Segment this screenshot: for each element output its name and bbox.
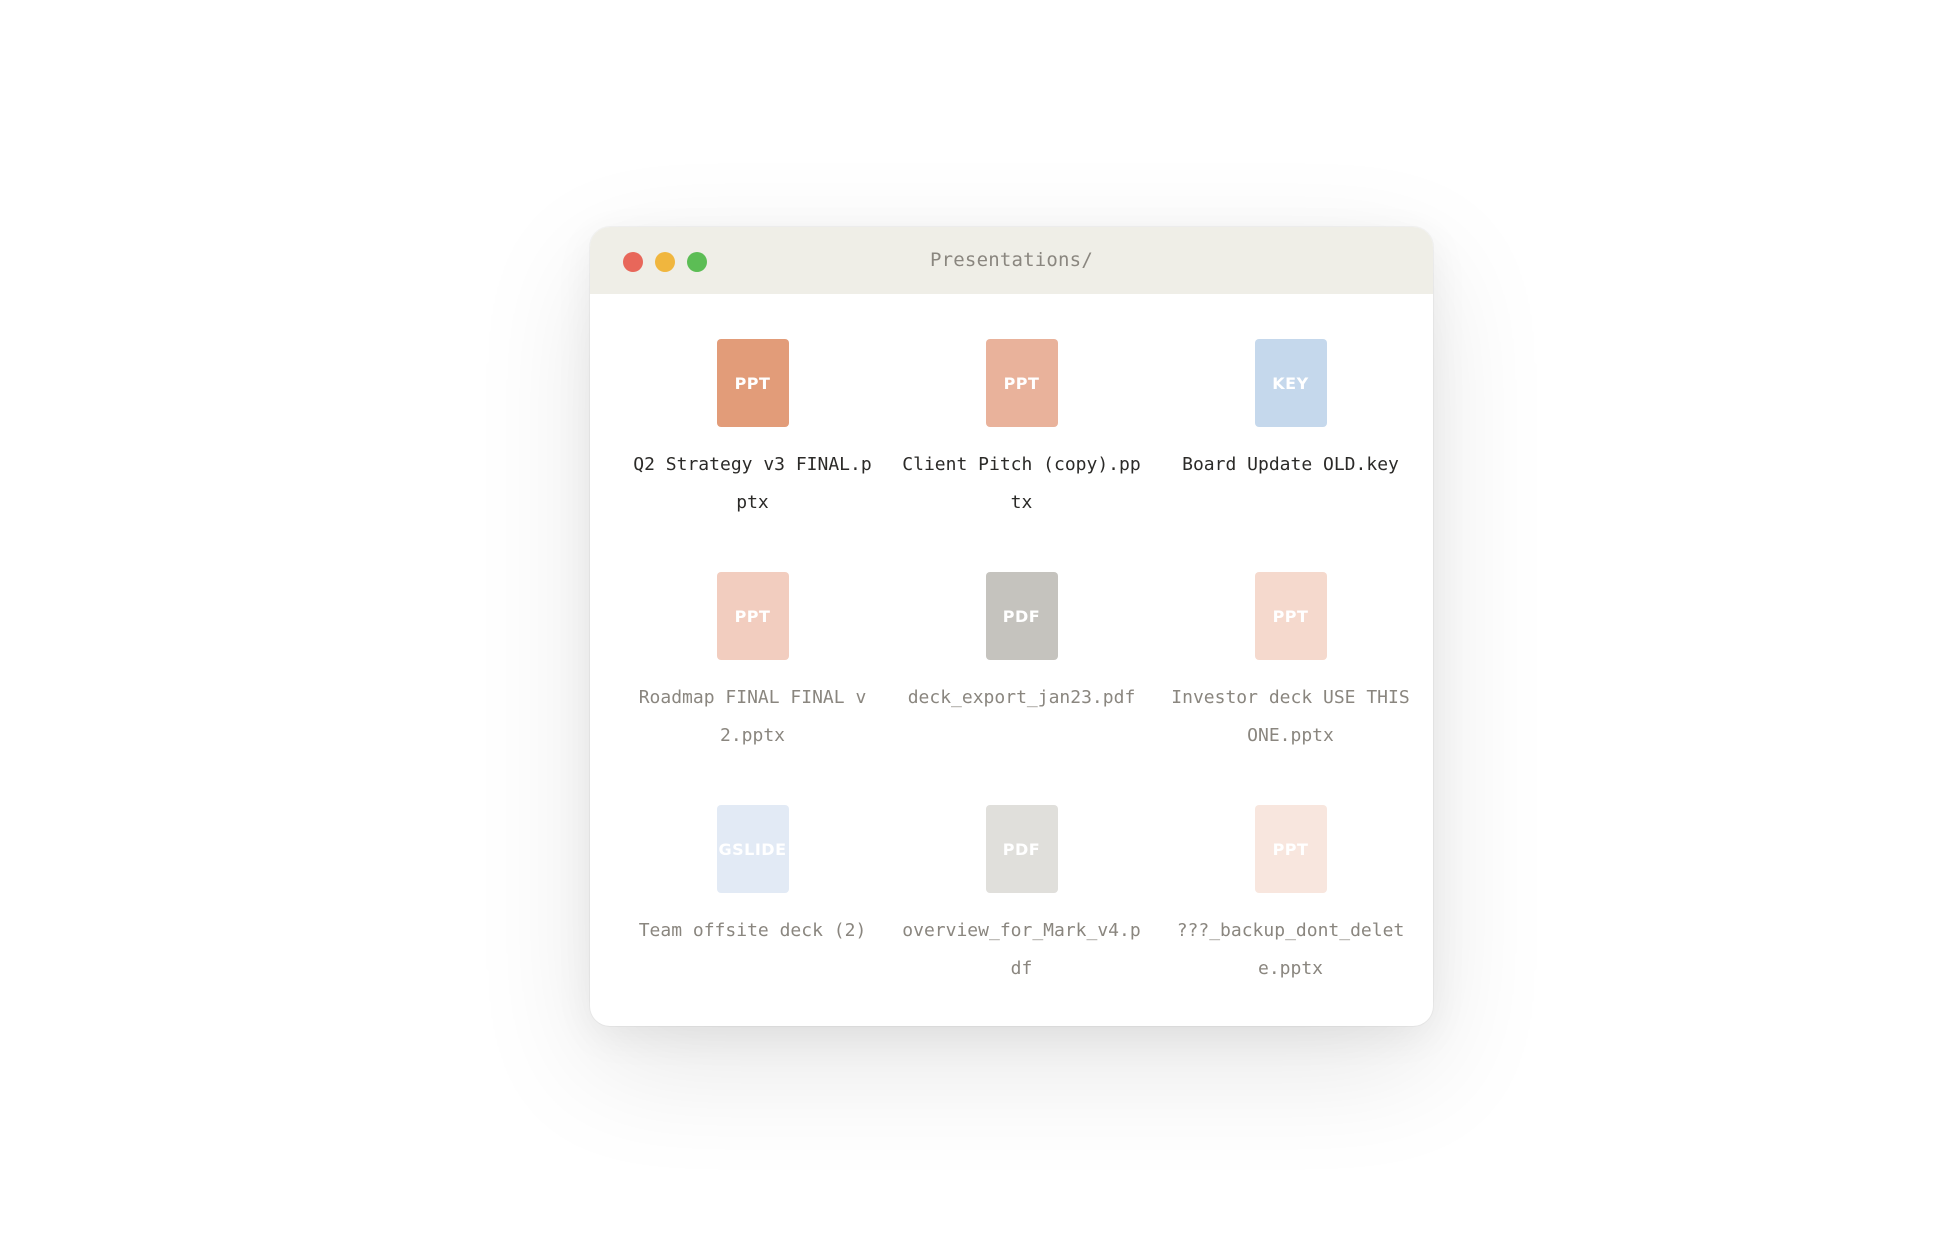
file-name: Q2 Strategy v3 FINAL.pptx	[633, 454, 872, 513]
file-name: ???_backup_dont_delete.pptx	[1176, 920, 1405, 979]
file-type-icon: KEY	[1254, 339, 1327, 427]
file-item[interactable]: PPT Investor deck USE THIS ONE.pptx	[1156, 572, 1425, 805]
file-grid: PPT Q2 Strategy v3 FINAL.pptx PPT Client…	[618, 339, 1426, 1026]
file-type-icon: GSLIDE	[716, 805, 789, 893]
file-type-icon: PDF	[985, 805, 1058, 893]
file-item[interactable]: GSLIDE Team offsite deck (2)	[618, 805, 887, 1026]
file-name: deck_export_jan23.pdf	[907, 687, 1136, 708]
file-type-icon: PPT	[985, 339, 1058, 427]
title-bar[interactable]: Presentations/	[590, 227, 1433, 294]
file-item[interactable]: PPT ???_backup_dont_delete.pptx	[1156, 805, 1425, 1026]
file-item[interactable]: PPT Q2 Strategy v3 FINAL.pptx	[618, 339, 887, 572]
window-title: Presentations/	[930, 249, 1093, 271]
file-type-icon: PPT	[1254, 572, 1327, 660]
file-type-icon: PPT	[716, 339, 789, 427]
file-name: Roadmap FINAL FINAL v2.pptx	[638, 687, 867, 746]
file-name: overview_for_Mark_v4.pdf	[902, 920, 1141, 979]
file-type-icon: PPT	[716, 572, 789, 660]
file-name: Board Update OLD.key	[1182, 454, 1399, 475]
file-item[interactable]: PDF deck_export_jan23.pdf	[887, 572, 1156, 805]
file-item[interactable]: PPT Roadmap FINAL FINAL v2.pptx	[618, 572, 887, 805]
file-item[interactable]: PPT Client Pitch (copy).pptx	[887, 339, 1156, 572]
file-item[interactable]: PDF overview_for_Mark_v4.pdf	[887, 805, 1156, 1026]
file-type-icon: PDF	[985, 572, 1058, 660]
finder-window: Presentations/ PPT Q2 Strategy v3 FINAL.…	[590, 227, 1433, 1026]
file-name: Client Pitch (copy).pptx	[902, 454, 1141, 513]
file-name: Investor deck USE THIS ONE.pptx	[1171, 687, 1410, 746]
file-item[interactable]: KEY Board Update OLD.key	[1156, 339, 1425, 572]
file-name: Team offsite deck (2)	[638, 920, 867, 941]
file-type-icon: PPT	[1254, 805, 1327, 893]
